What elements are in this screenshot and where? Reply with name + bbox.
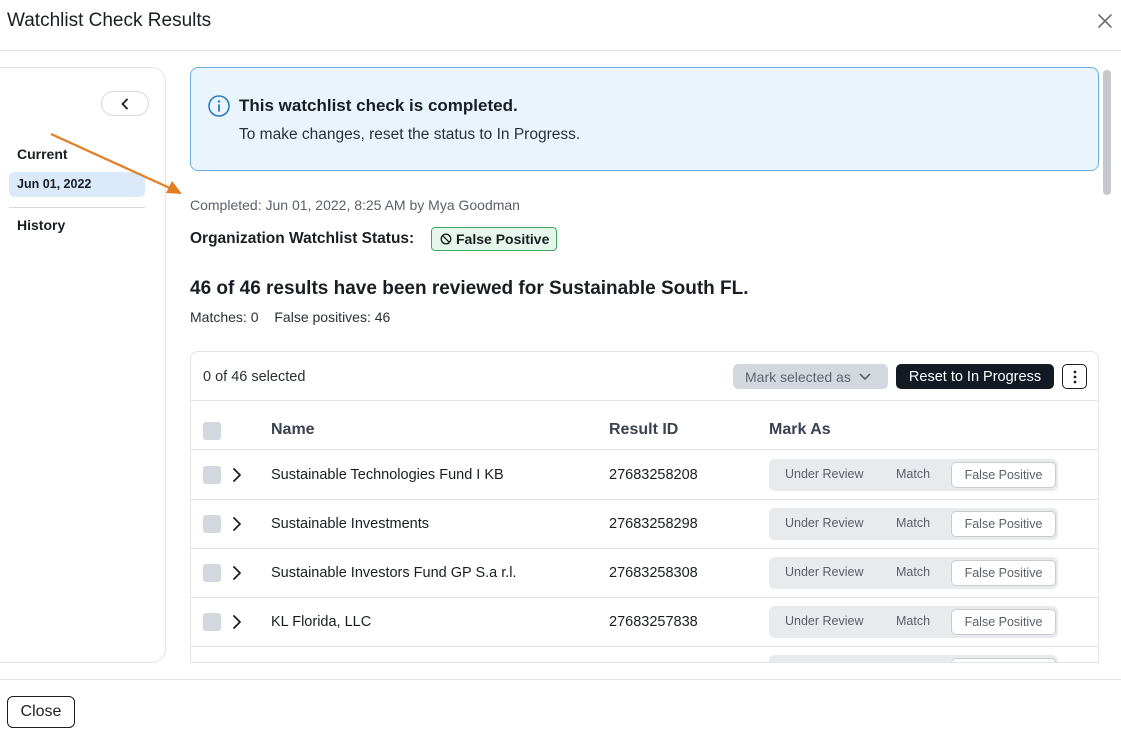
row-checkbox[interactable] <box>203 564 221 582</box>
row-checkbox[interactable] <box>203 515 221 533</box>
mark-match-option[interactable]: Match <box>896 614 930 628</box>
column-header-mark-as: Mark As <box>769 421 831 438</box>
completed-info: Completed: Jun 01, 2022, 8:25 AM by Mya … <box>190 197 520 213</box>
row-name: KL Florida, LLC <box>271 614 372 630</box>
mark-as-segmented-control <box>769 655 1058 662</box>
row-result-id: 27683258298 <box>609 516 698 532</box>
info-icon <box>208 95 230 117</box>
result-counts: Matches: 0 False positives: 46 <box>190 309 402 325</box>
results-table: 0 of 46 selected Mark selected as Reset … <box>190 351 1099 663</box>
mark-under-review-option[interactable]: Under Review <box>785 565 864 579</box>
alert-title: This watchlist check is completed. <box>239 96 518 115</box>
alert-body: To make changes, reset the status to In … <box>239 126 581 143</box>
false-positives-count: False positives: 46 <box>274 309 391 325</box>
sidebar-divider <box>9 207 145 208</box>
mark-under-review-option[interactable]: Under Review <box>785 516 864 530</box>
row-result-id: 27683258208 <box>609 467 698 483</box>
row-name: Sustainable Technologies Fund I KB <box>271 467 504 483</box>
chevron-left-icon <box>121 98 128 109</box>
row-checkbox[interactable] <box>203 466 221 484</box>
table-header: Name Result ID Mark As <box>191 402 1098 450</box>
mark-as-segmented-control: Under Review Match False Positive <box>769 459 1058 491</box>
row-checkbox[interactable] <box>203 662 221 663</box>
mark-as-segmented-control: Under Review Match False Positive <box>769 557 1058 589</box>
row-name: Sustainable Investors Fund GP S.a r.l. <box>271 565 517 581</box>
mark-false-positive-option[interactable] <box>951 658 1056 662</box>
close-icon[interactable] <box>1095 11 1115 31</box>
mark-as-segmented-control: Under Review Match False Positive <box>769 606 1058 638</box>
table-row: Sustainable Technologies Fund I KB 276832… <box>191 451 1098 500</box>
org-status-label: Organization Watchlist Status: <box>190 230 415 247</box>
close-button[interactable]: Close <box>7 696 75 728</box>
table-toolbar: 0 of 46 selected Mark selected as Reset … <box>191 352 1098 401</box>
chevron-right-icon[interactable] <box>231 466 243 484</box>
mark-false-positive-option[interactable]: False Positive <box>951 462 1056 488</box>
mark-selected-dropdown[interactable]: Mark selected as <box>733 364 888 389</box>
sidebar-history-heading[interactable]: History <box>17 217 65 233</box>
kebab-menu-icon <box>1073 370 1076 383</box>
table-row: Sustainable Investors Fund GP S.a r.l. 27… <box>191 549 1098 598</box>
sidebar-current-heading: Current <box>17 146 68 162</box>
mark-false-positive-option[interactable]: False Positive <box>951 609 1056 635</box>
collapse-sidebar-button[interactable] <box>101 91 149 116</box>
chevron-right-icon[interactable] <box>231 515 243 533</box>
chevron-down-icon <box>859 373 871 380</box>
mark-as-segmented-control: Under Review Match False Positive <box>769 508 1058 540</box>
completed-alert: This watchlist check is completed. To ma… <box>190 67 1099 171</box>
status-badge-label: False Positive <box>456 231 550 247</box>
column-header-name[interactable]: Name <box>271 421 315 439</box>
more-actions-button[interactable] <box>1062 364 1087 389</box>
row-name: Sustainable Investments <box>271 516 429 532</box>
select-all-checkbox[interactable] <box>203 422 221 440</box>
selected-count: 0 of 46 selected <box>203 369 306 385</box>
table-row: Sustainable Investments 27683258298 Under … <box>191 500 1098 549</box>
table-row: KL Florida, LLC 27683257838 Under Review Ma… <box>191 598 1098 647</box>
matches-count: Matches: 0 <box>190 309 259 325</box>
column-header-result-id[interactable]: Result ID <box>609 421 678 439</box>
mark-false-positive-option[interactable]: False Positive <box>951 560 1056 586</box>
table-row-partial <box>191 647 1098 663</box>
mark-selected-label: Mark selected as <box>745 368 851 385</box>
mark-under-review-option[interactable]: Under Review <box>785 614 864 628</box>
mark-under-review-option[interactable]: Under Review <box>785 467 864 481</box>
sidebar-item-current-date[interactable]: Jun 01, 2022 <box>9 172 145 197</box>
mark-match-option[interactable]: Match <box>896 467 930 481</box>
scrollbar-thumb[interactable] <box>1103 70 1111 195</box>
chevron-right-icon[interactable] <box>231 613 243 631</box>
chevron-right-icon[interactable] <box>231 564 243 582</box>
row-result-id: 27683257838 <box>609 614 698 630</box>
modal-footer <box>0 679 1121 735</box>
mark-false-positive-option[interactable]: False Positive <box>951 511 1056 537</box>
row-result-id: 27683258308 <box>609 565 698 581</box>
modal-header: Watchlist Check Results <box>0 0 1121 51</box>
modal-title: Watchlist Check Results <box>7 10 212 31</box>
mark-match-option[interactable]: Match <box>896 516 930 530</box>
review-summary: 46 of 46 results have been reviewed for … <box>190 278 749 299</box>
mark-match-option[interactable]: Match <box>896 565 930 579</box>
ban-icon <box>440 233 452 245</box>
row-checkbox[interactable] <box>203 613 221 631</box>
reset-to-in-progress-button[interactable]: Reset to In Progress <box>896 364 1054 389</box>
status-badge: False Positive <box>431 227 557 251</box>
